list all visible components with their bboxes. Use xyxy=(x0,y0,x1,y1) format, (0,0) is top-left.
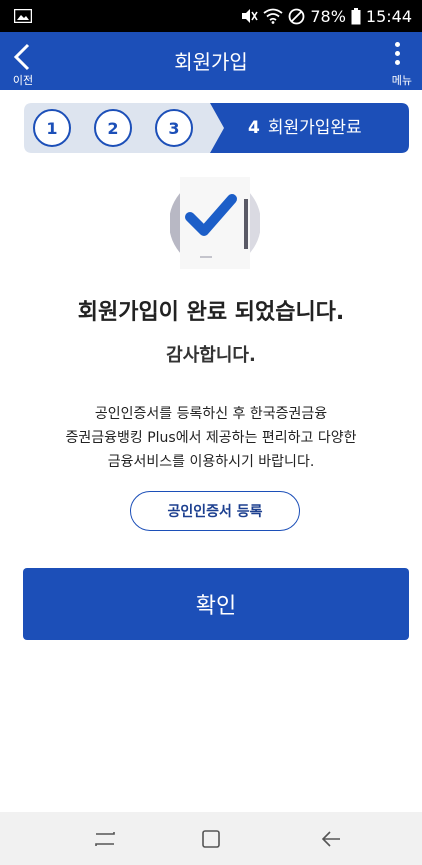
battery-icon xyxy=(351,7,361,24)
description-text: 공인인증서를 등록하신 후 한국증권금융 증권금융뱅킹 Plus에서 제공하는 … xyxy=(0,402,422,474)
step-4-label: 회원가입완료 xyxy=(267,118,362,138)
description-line-3: 금융서비스를 이용하시기 바랍니다. xyxy=(107,454,315,470)
step-4-number: 4 xyxy=(248,118,260,138)
status-time: 15:44 xyxy=(365,6,412,26)
step-3: 3 xyxy=(155,109,193,147)
no-signal-icon xyxy=(288,8,305,24)
status-bar: 78% 15:44 xyxy=(0,0,422,32)
battery-percent: 78% xyxy=(310,6,346,26)
register-certificate-button[interactable]: 공인인증서 등록 xyxy=(130,491,300,531)
app-header: 이전 회원가입 메뉴 xyxy=(0,32,422,90)
home-icon[interactable] xyxy=(198,826,224,852)
thanks-message: 감사합니다. xyxy=(166,345,256,366)
step-indicator: 1 2 3 4 회원가입완료 xyxy=(24,103,409,153)
check-document-icon xyxy=(170,177,260,269)
step-4-current: 4 회원가입완료 xyxy=(248,103,362,153)
step-1: 1 xyxy=(33,109,71,147)
gallery-icon xyxy=(14,9,32,23)
wifi-icon xyxy=(263,8,283,24)
status-right: 78% 15:44 xyxy=(240,0,412,32)
menu-label: 메뉴 xyxy=(391,74,412,87)
mute-icon xyxy=(242,9,259,23)
description-line-2: 증권금융뱅킹 Plus에서 제공하는 편리하고 다양한 xyxy=(65,430,357,446)
completion-title: 회원가입이 완료 되었습니다. xyxy=(77,300,345,325)
description-line-1: 공인인증서를 등록하신 후 한국증권금융 xyxy=(94,406,328,422)
menu-button[interactable]: 메뉴 xyxy=(378,40,414,87)
confirm-button[interactable]: 확인 xyxy=(23,568,409,640)
recent-apps-icon[interactable] xyxy=(92,826,118,852)
more-vertical-icon xyxy=(395,42,400,69)
system-navigation-bar xyxy=(0,812,422,865)
back-arrow-icon[interactable] xyxy=(318,826,344,852)
page-title: 회원가입 xyxy=(174,50,248,74)
step-2: 2 xyxy=(94,109,132,147)
